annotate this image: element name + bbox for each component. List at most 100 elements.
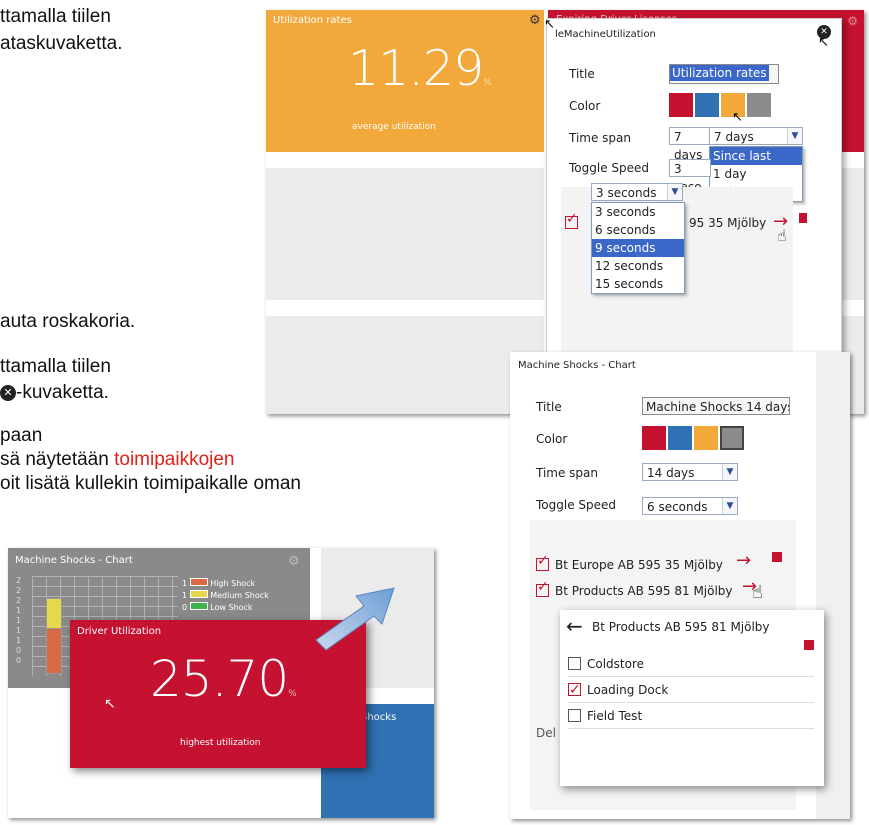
tile-value: 25.70% bbox=[150, 650, 297, 708]
site-row-label: 95 35 Mjölby bbox=[689, 216, 767, 230]
timespan-select[interactable]: 7 days bbox=[669, 127, 713, 162]
utilization-tile[interactable]: Utilization rates 11.29% average utiliza… bbox=[266, 10, 544, 152]
color-swatch-red[interactable] bbox=[642, 426, 666, 450]
timespan-select[interactable]: 14 days ▼ bbox=[642, 463, 738, 481]
toggle-speed-option[interactable]: 15 seconds bbox=[592, 275, 684, 293]
toggle-speed-dropdown-list: 3 seconds 6 seconds 9 seconds 12 seconds… bbox=[591, 202, 685, 294]
legend-item: 1 High Shock bbox=[182, 578, 256, 588]
color-swatch-blue[interactable] bbox=[668, 426, 692, 450]
doc-text-line: oit lisätä kullekin toimipaikalle oman bbox=[0, 473, 301, 494]
mouse-cursor-icon: ↖ bbox=[732, 110, 743, 125]
toggle-speed-select-open[interactable]: 3 seconds ▼ bbox=[591, 183, 683, 201]
drag-arrow-icon bbox=[315, 587, 395, 651]
subsite-row[interactable]: Loading Dock bbox=[568, 678, 814, 703]
doc-text-line: auta roskakoria. bbox=[0, 311, 136, 332]
tile-value: 11.29% bbox=[348, 40, 492, 97]
doc-text-line: ttamalla tiilen bbox=[0, 356, 111, 377]
title-label: Title bbox=[569, 67, 595, 81]
color-swatch-blue[interactable] bbox=[695, 93, 719, 117]
screenshot-machine-shocks-settings: Machine Shocks - Chart ✕ Title Machine S… bbox=[510, 352, 850, 819]
y-axis-ticks: 222111100 bbox=[16, 576, 22, 665]
gear-icon[interactable]: ⚙ bbox=[288, 554, 300, 569]
screenshot-dashboard-tiles: Machine Shocks - Chart ⚙ 222111100 1 Hig… bbox=[8, 548, 434, 818]
doc-text-line: sä näytetään toimipaikkojen bbox=[0, 449, 235, 471]
chevron-down-icon[interactable]: ▼ bbox=[722, 498, 737, 514]
tile-title: Utilization rates bbox=[273, 15, 352, 26]
subsite-checkbox[interactable] bbox=[568, 657, 581, 670]
site-submenu: ← Bt Products AB 595 81 Mjölby Coldstore… bbox=[560, 610, 824, 786]
site-row[interactable]: Bt Europe AB 595 35 Mjölby bbox=[536, 553, 723, 572]
chevron-down-icon[interactable]: ▼ bbox=[667, 184, 682, 200]
site-color-marker bbox=[804, 640, 814, 650]
site-checkbox[interactable] bbox=[536, 553, 549, 571]
doc-link-toimipaikkojen: toimipaikkojen bbox=[114, 449, 235, 470]
legend-item: 0 Low Shock bbox=[182, 602, 253, 612]
timespan-option[interactable]: 1 day bbox=[710, 165, 802, 183]
toggle-speed-label: Toggle Speed bbox=[536, 498, 617, 512]
mouse-cursor-icon: ↖ bbox=[544, 17, 555, 32]
color-label: Color bbox=[569, 99, 601, 113]
submenu-title: Bt Products AB 595 81 Mjölby bbox=[592, 620, 770, 634]
title-input[interactable]: Machine Shocks 14 days bbox=[642, 397, 790, 415]
chevron-down-icon[interactable]: ▼ bbox=[787, 128, 802, 144]
toggle-speed-label: Toggle Speed bbox=[569, 161, 650, 175]
doc-text-fragment: sä näytetään bbox=[0, 449, 115, 470]
color-swatch-red[interactable] bbox=[669, 93, 693, 117]
gear-icon[interactable]: ⚙ bbox=[529, 14, 541, 27]
chevron-down-icon[interactable]: ▼ bbox=[722, 464, 737, 480]
site-checkbox[interactable] bbox=[565, 211, 579, 230]
title-input[interactable]: Utilization rates bbox=[669, 64, 779, 84]
gear-icon[interactable]: ⚙ bbox=[847, 14, 858, 28]
doc-text-line: paan bbox=[0, 425, 43, 446]
doc-text-line: ttamalla tiilen bbox=[0, 6, 111, 27]
toggle-speed-select[interactable]: 6 seconds ▼ bbox=[642, 497, 738, 515]
tile-unit: % bbox=[288, 689, 297, 699]
subsite-row[interactable]: Coldstore bbox=[568, 652, 814, 677]
site-color-marker bbox=[799, 213, 807, 223]
mouse-cursor-icon: ↖ bbox=[818, 35, 829, 50]
doc-text-line: ataskuvaketta. bbox=[0, 33, 123, 54]
bar-medium-shock bbox=[46, 598, 62, 630]
arrow-right-icon[interactable]: → bbox=[736, 550, 751, 571]
title-input-value: Utilization rates bbox=[670, 65, 769, 81]
timespan-option[interactable]: Since last login bbox=[710, 147, 802, 181]
color-label: Color bbox=[536, 432, 568, 446]
dialog-header: leMachineUtilization bbox=[555, 29, 656, 40]
bar-high-shock bbox=[46, 628, 62, 674]
mouse-cursor-icon: ↖ bbox=[104, 696, 116, 712]
arrow-left-icon[interactable]: ← bbox=[566, 614, 583, 638]
timespan-label: Time span bbox=[569, 131, 632, 145]
doc-text-line: ✕ -kuvaketta. bbox=[0, 382, 109, 404]
timespan-label: Time span bbox=[536, 466, 599, 480]
site-row[interactable]: Bt Products AB 595 81 Mjölby bbox=[536, 579, 733, 598]
toggle-speed-option[interactable]: 12 seconds bbox=[592, 257, 684, 275]
toggle-speed-select[interactable]: 3 seco bbox=[669, 159, 711, 194]
chart-legend: 1 High Shock 1 Medium Shock 0 Low Shock bbox=[182, 578, 269, 614]
tile-caption: average utilization bbox=[352, 122, 436, 132]
dialog-header: Machine Shocks - Chart bbox=[518, 360, 636, 371]
hand-cursor-icon: ☝ bbox=[777, 226, 787, 245]
subsite-row[interactable]: Field Test bbox=[568, 704, 814, 729]
tile-title: Machine Shocks - Chart bbox=[15, 555, 133, 566]
color-swatch-gray[interactable] bbox=[720, 426, 744, 450]
subsite-checkbox[interactable] bbox=[568, 709, 581, 722]
toggle-speed-option[interactable]: 6 seconds bbox=[592, 221, 684, 239]
toggle-speed-option[interactable]: 9 seconds bbox=[592, 239, 684, 257]
tile-title: Driver Utilization bbox=[77, 626, 162, 637]
tile-unit: % bbox=[483, 78, 492, 88]
title-label: Title bbox=[536, 400, 562, 414]
close-circle-icon: ✕ bbox=[0, 384, 16, 401]
site-color-marker bbox=[772, 552, 782, 562]
color-swatch-orange[interactable] bbox=[694, 426, 718, 450]
timespan-select-open[interactable]: 7 days ▼ bbox=[709, 127, 803, 145]
hand-cursor-icon: ☝ bbox=[752, 582, 763, 603]
delete-button[interactable]: Del bbox=[536, 726, 556, 740]
subsite-checkbox[interactable] bbox=[568, 678, 581, 702]
color-swatch-gray[interactable] bbox=[747, 93, 771, 117]
tile-caption: highest utilization bbox=[180, 738, 261, 748]
empty-tile bbox=[266, 168, 544, 300]
site-checkbox[interactable] bbox=[536, 579, 549, 597]
empty-tile bbox=[266, 316, 544, 414]
toggle-speed-option[interactable]: 3 seconds bbox=[592, 203, 684, 221]
empty-tile bbox=[840, 168, 864, 300]
